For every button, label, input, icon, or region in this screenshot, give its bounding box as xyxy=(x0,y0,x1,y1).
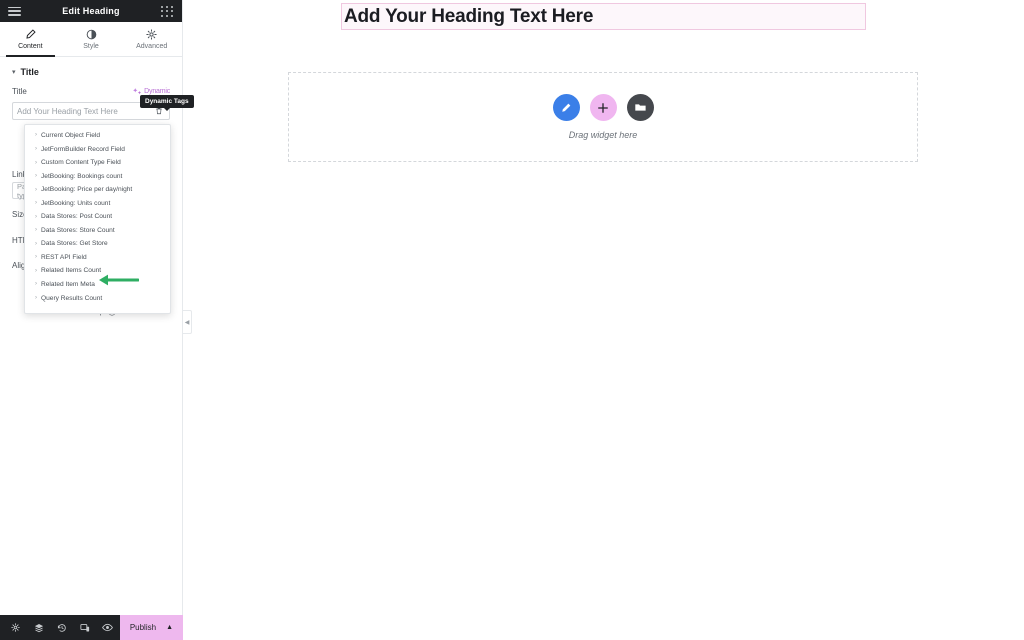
dropdown-item-label: Custom Content Type Field xyxy=(41,159,121,167)
tab-style[interactable]: Style xyxy=(61,22,122,56)
settings-gear-icon[interactable] xyxy=(4,615,27,640)
dropdown-item-jetbooking-units-count[interactable]: › JetBooking: Units count xyxy=(25,197,170,211)
elementor-editor-screen: Edit Heading Content Style Advanced ▾ Ti… xyxy=(0,0,1024,640)
contrast-circle-icon xyxy=(86,29,96,39)
bullet-icon: › xyxy=(35,267,37,274)
dropdown-item-query-results-count[interactable]: › Query Results Count xyxy=(25,292,170,306)
bullet-icon: › xyxy=(35,254,37,261)
add-widget-button[interactable] xyxy=(589,94,617,121)
pencil-icon xyxy=(562,103,571,112)
dropdown-item-jetformbuilder-record-field[interactable]: › JetFormBuilder Record Field xyxy=(25,143,170,157)
panel-header: Edit Heading xyxy=(0,0,182,22)
dropdown-item-label: Data Stores: Get Store xyxy=(41,240,108,248)
dropdown-item-rest-api-field[interactable]: › REST API Field xyxy=(25,251,170,265)
green-left-arrow xyxy=(99,274,139,286)
page-canvas: Add Your Heading Text Here Drag widget h… xyxy=(183,0,1024,640)
editor-panel: Edit Heading Content Style Advanced ▾ Ti… xyxy=(0,0,194,640)
bullet-icon: › xyxy=(35,145,37,152)
navigator-layers-icon[interactable] xyxy=(27,615,50,640)
chevron-left-icon: ◀ xyxy=(184,319,190,326)
dropdown-item-label: Data Stores: Store Count xyxy=(41,226,115,234)
bullet-icon: › xyxy=(35,200,37,207)
hamburger-menu-icon[interactable] xyxy=(8,5,21,18)
tab-advanced[interactable]: Advanced xyxy=(121,22,182,56)
bullet-icon: › xyxy=(35,294,37,301)
title-input-placeholder: Add Your Heading Text Here xyxy=(17,106,118,116)
bullet-icon: › xyxy=(35,213,37,220)
dropdown-item-label: Related Items Count xyxy=(41,267,102,275)
bullet-icon: › xyxy=(35,173,37,180)
bottom-bar-icons xyxy=(0,615,119,640)
dropdown-item-data-stores-post-count[interactable]: › Data Stores: Post Count xyxy=(25,210,170,224)
chevron-up-icon[interactable]: ▲ xyxy=(166,624,173,631)
section-title-label: Title xyxy=(20,67,39,77)
heading-widget-text: Add Your Heading Text Here xyxy=(344,5,594,27)
widgets-grid-icon[interactable] xyxy=(161,5,174,18)
pencil-icon xyxy=(26,28,36,39)
publish-button[interactable]: Publish ▲ xyxy=(119,615,183,640)
bullet-icon: › xyxy=(35,159,37,166)
tab-style-label: Style xyxy=(83,42,99,50)
panel-collapse-toggle[interactable]: ◀ xyxy=(183,310,192,334)
heading-widget[interactable]: Add Your Heading Text Here xyxy=(341,3,866,30)
bullet-icon: › xyxy=(35,186,37,193)
bullet-icon: › xyxy=(35,132,37,139)
dropdown-item-label: JetBooking: Units count xyxy=(41,199,111,207)
dropdown-item-current-object-field[interactable]: › Current Object Field xyxy=(25,129,170,143)
section-title-header[interactable]: ▾ Title xyxy=(0,57,182,85)
bullet-icon: › xyxy=(35,281,37,288)
plus-icon xyxy=(598,102,608,113)
dynamic-tags-label: Dynamic xyxy=(144,88,170,95)
dropdown-item-label: Current Object Field xyxy=(41,132,100,139)
dropdown-item-jetbooking-price-per-day-night[interactable]: › JetBooking: Price per day/night xyxy=(25,183,170,197)
templates-folder-button[interactable] xyxy=(626,94,654,121)
dropdown-item-label: JetBooking: Bookings count xyxy=(41,172,123,180)
dropdown-item-jetbooking-bookings-count[interactable]: › JetBooking: Bookings count xyxy=(25,170,170,184)
gear-icon xyxy=(146,28,157,40)
dropdown-item-label: Query Results Count xyxy=(41,294,103,302)
bullet-icon: › xyxy=(35,240,37,247)
tab-advanced-label: Advanced xyxy=(136,42,168,50)
panel-title: Edit Heading xyxy=(62,6,120,16)
dropdown-item-label: Related Item Meta xyxy=(41,281,95,289)
dropdown-item-label: JetFormBuilder Record Field xyxy=(41,145,125,153)
publish-label: Publish xyxy=(129,623,157,632)
edit-pencil-button[interactable] xyxy=(552,94,580,121)
dropzone-buttons xyxy=(552,94,654,121)
responsive-mode-icon[interactable] xyxy=(73,615,96,640)
widget-dropzone[interactable]: Drag widget here xyxy=(288,72,918,162)
dynamic-tags-tooltip: Dynamic Tags xyxy=(140,95,194,111)
dropdown-item-label: REST API Field xyxy=(41,253,87,261)
dropdown-item-custom-content-type-field[interactable]: › Custom Content Type Field xyxy=(25,156,170,170)
dropzone-label: Drag widget here xyxy=(568,130,638,140)
title-field-label: Title xyxy=(12,87,27,96)
bullet-icon: › xyxy=(35,227,37,234)
dropdown-item-data-stores-store-count[interactable]: › Data Stores: Store Count xyxy=(25,224,170,238)
history-clock-icon[interactable] xyxy=(50,615,73,640)
tab-content[interactable]: Content xyxy=(0,22,61,57)
panel-tabs: Content Style Advanced xyxy=(0,22,182,57)
panel-bottom-bar: Publish ▲ xyxy=(0,615,183,640)
tab-content-label: Content xyxy=(18,42,43,50)
dropdown-item-label: Data Stores: Post Count xyxy=(41,213,113,221)
folder-icon xyxy=(634,104,646,111)
chevron-down-icon: ▾ xyxy=(12,68,16,76)
dropdown-item-label: JetBooking: Price per day/night xyxy=(41,186,133,194)
preview-eye-icon[interactable] xyxy=(96,615,119,640)
dropdown-item-data-stores-get-store[interactable]: › Data Stores: Get Store xyxy=(25,237,170,251)
